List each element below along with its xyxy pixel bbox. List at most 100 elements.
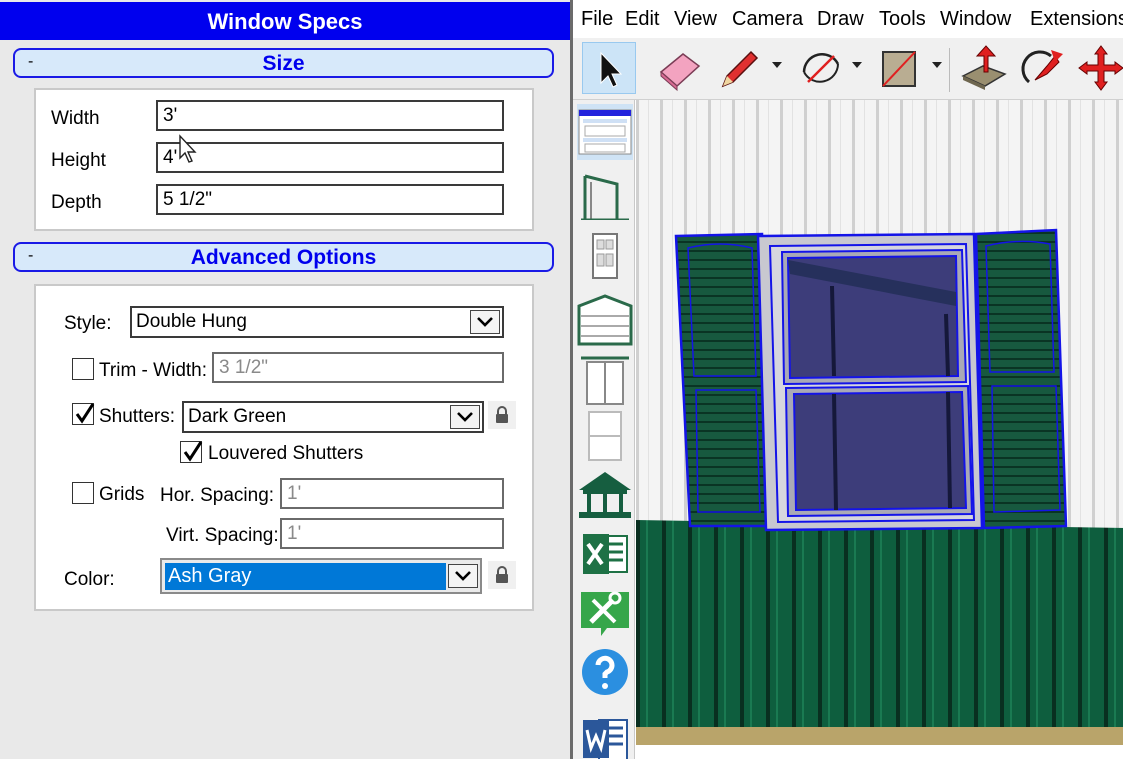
color-label: Color: — [64, 569, 115, 590]
virt-spacing-label: Virt. Spacing: — [166, 525, 279, 546]
chevron-down-icon[interactable] — [448, 564, 478, 588]
chevron-down-icon[interactable] — [770, 58, 784, 72]
pencil-icon — [721, 50, 759, 88]
arrow-cursor-icon — [600, 51, 623, 88]
virt-spacing-field[interactable]: 1' — [280, 518, 504, 549]
advanced-options-header[interactable]: - Advanced Options — [13, 242, 554, 272]
advanced-collapse-toggle[interactable]: - — [28, 244, 33, 268]
shutters-checkbox[interactable] — [72, 403, 95, 425]
hor-spacing-field[interactable]: 1' — [280, 478, 504, 509]
window-tool-button[interactable] — [577, 408, 633, 464]
shutters-color-dropdown[interactable]: Dark Green — [182, 401, 484, 433]
rectangle-icon — [882, 51, 916, 87]
menu-window[interactable]: Window — [940, 8, 1011, 31]
style-dropdown[interactable]: Double Hung — [130, 306, 504, 338]
move-tool-button[interactable] — [1075, 42, 1123, 94]
depth-label: Depth — [51, 192, 102, 213]
help-icon — [582, 649, 628, 695]
sketchup-window: File Edit View Camera Draw Tools Window … — [570, 0, 1123, 759]
menu-draw[interactable]: Draw — [817, 8, 864, 31]
follow-me-icon — [1021, 50, 1063, 84]
trim-width-label: Trim - Width: — [99, 360, 208, 381]
shutters-dropdown-value: Dark Green — [188, 406, 287, 427]
eraser-tool-button[interactable] — [653, 42, 707, 94]
advanced-options-group: Style: Double Hung Trim - Width: 3 1/2" … — [34, 284, 534, 611]
wrench-screwdriver-icon — [581, 591, 629, 636]
menu-file[interactable]: File — [581, 8, 613, 31]
garage-door-button[interactable] — [577, 292, 633, 348]
trim-checkbox[interactable] — [72, 358, 94, 380]
size-section-header[interactable]: - Size — [13, 48, 554, 78]
chevron-down-icon[interactable] — [450, 405, 480, 429]
window-specs-panel: Window Specs - Size Width 3' Height 4' D… — [0, 0, 570, 759]
model-viewport[interactable] — [636, 100, 1123, 759]
double-door-icon — [581, 356, 629, 405]
push-pull-icon — [961, 45, 1007, 90]
color-dropdown-value: Ash Gray — [168, 565, 252, 587]
follow-me-tool-button[interactable] — [1017, 42, 1071, 94]
garage-door-icon — [577, 294, 633, 346]
width-label: Width — [51, 108, 100, 129]
word-export-button[interactable] — [577, 710, 633, 759]
chevron-down-icon[interactable] — [930, 58, 944, 72]
door-icon — [592, 233, 618, 279]
hor-spacing-label: Hor. Spacing: — [160, 485, 275, 506]
style-dropdown-value: Double Hung — [136, 311, 247, 332]
window-icon — [588, 411, 622, 461]
roof-frame-icon — [581, 174, 629, 222]
main-toolbar — [573, 38, 1123, 100]
louvered-shutters-checkbox[interactable] — [180, 441, 203, 463]
size-group: Width 3' Height 4' Depth 5 1/2" — [34, 88, 534, 231]
checkmark-icon — [75, 403, 95, 424]
height-label: Height — [51, 150, 106, 171]
word-icon — [583, 719, 628, 759]
size-section-title: Size — [262, 52, 305, 75]
excel-icon — [583, 534, 628, 574]
menu-tools[interactable]: Tools — [879, 8, 926, 31]
menu-bar: File Edit View Camera Draw Tools Window … — [573, 0, 1123, 38]
gazebo-tool-button[interactable] — [577, 466, 633, 522]
settings-tools-button[interactable] — [577, 584, 633, 640]
select-tool-button[interactable] — [582, 42, 636, 94]
push-pull-tool-button[interactable] — [957, 42, 1011, 94]
help-button[interactable] — [577, 644, 633, 700]
screen: Window Specs - Size Width 3' Height 4' D… — [0, 0, 1123, 759]
menu-extensions[interactable]: Extensions — [1030, 8, 1123, 31]
depth-field[interactable]: 5 1/2" — [156, 184, 504, 215]
grids-label: Grids — [99, 484, 145, 505]
arc-tool-button[interactable] — [794, 42, 848, 94]
height-field[interactable]: 4' — [156, 142, 504, 173]
louvered-shutters-label: Louvered Shutters — [208, 443, 364, 464]
panel-title: Window Specs — [0, 2, 570, 40]
menu-camera[interactable]: Camera — [732, 8, 803, 31]
style-label: Style: — [64, 313, 112, 334]
color-dropdown[interactable]: Ash Gray — [160, 558, 482, 594]
trim-width-field[interactable]: 3 1/2" — [212, 352, 504, 383]
eraser-icon — [659, 53, 701, 92]
mouse-cursor-icon — [179, 134, 197, 163]
shed-frame-button[interactable] — [577, 164, 633, 222]
move-icon — [1078, 45, 1123, 91]
color-lock-icon[interactable] — [488, 561, 516, 589]
rectangle-tool-button[interactable] — [873, 42, 927, 94]
excel-export-button[interactable] — [577, 526, 633, 582]
gazebo-icon — [579, 472, 631, 518]
toolbar-separator — [949, 48, 950, 92]
dialog-thumbnail-icon — [578, 109, 632, 155]
menu-edit[interactable]: Edit — [625, 8, 659, 31]
advanced-options-title: Advanced Options — [190, 246, 377, 269]
shutters-lock-icon[interactable] — [488, 401, 516, 429]
shed-wall-model — [636, 100, 1123, 759]
extension-sidebar — [573, 100, 635, 759]
chevron-down-icon[interactable] — [850, 58, 864, 72]
checkmark-icon — [183, 441, 203, 462]
pencil-tool-button[interactable] — [713, 42, 767, 94]
door-tool-button[interactable] — [577, 228, 633, 284]
grids-checkbox[interactable] — [72, 482, 94, 504]
double-door-button[interactable] — [577, 352, 633, 408]
size-collapse-toggle[interactable]: - — [28, 50, 33, 74]
width-field[interactable]: 3' — [156, 100, 504, 131]
chevron-down-icon[interactable] — [470, 310, 500, 334]
menu-view[interactable]: View — [674, 8, 717, 31]
window-specs-thumbnail-button[interactable] — [577, 104, 633, 160]
